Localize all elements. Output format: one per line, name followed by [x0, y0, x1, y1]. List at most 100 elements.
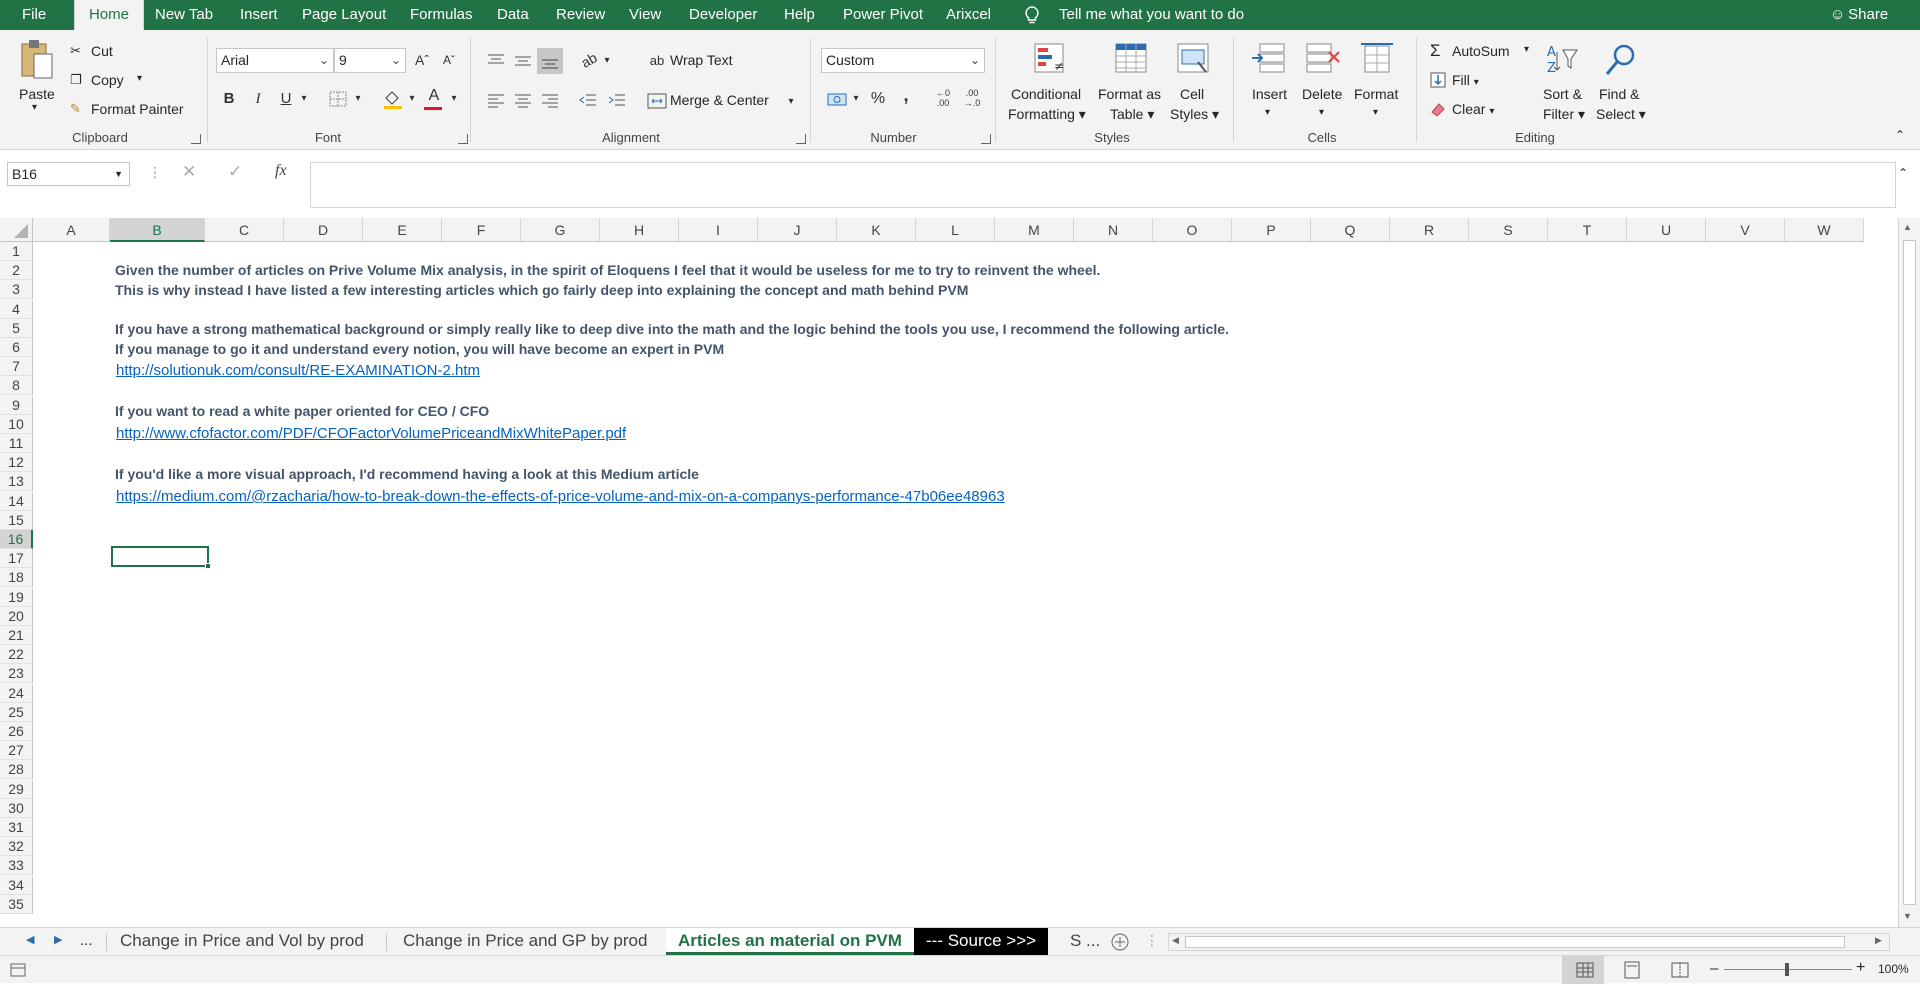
format-painter-button[interactable]: Format Painter: [91, 101, 184, 117]
conditional-formatting-button[interactable]: Conditional: [1011, 86, 1081, 102]
row-header-2[interactable]: 2: [0, 261, 33, 281]
row-header-21[interactable]: 21: [0, 626, 33, 645]
paste-icon[interactable]: [18, 38, 54, 82]
italic-button[interactable]: I: [246, 88, 270, 110]
row-header-22[interactable]: 22: [0, 645, 33, 665]
column-header-w[interactable]: W: [1785, 218, 1864, 242]
chevron-down-icon[interactable]: ▼: [114, 163, 123, 185]
row-header-4[interactable]: 4: [0, 299, 33, 319]
find-select-icon[interactable]: [1604, 42, 1638, 78]
row-header-5[interactable]: 5: [0, 318, 33, 338]
chevron-down-icon[interactable]: ▾: [352, 88, 364, 110]
insert-function-button[interactable]: fx: [275, 162, 287, 180]
tab-review[interactable]: Review: [556, 0, 605, 30]
column-header-t[interactable]: T: [1548, 218, 1627, 242]
bold-button[interactable]: B: [217, 88, 241, 110]
column-header-f[interactable]: F: [442, 218, 521, 242]
cell-b9[interactable]: If you want to read a white paper orient…: [115, 403, 489, 419]
tab-arixcel[interactable]: Arixcel: [946, 0, 991, 30]
row-header-7[interactable]: 7: [0, 357, 33, 377]
chevron-down-icon[interactable]: ▾: [1319, 107, 1324, 118]
row-header-28[interactable]: 28: [0, 760, 33, 780]
cell-b5[interactable]: If you have a strong mathematical backgr…: [115, 321, 1229, 337]
row-header-20[interactable]: 20: [0, 606, 33, 626]
horizontal-scroll-thumb[interactable]: [1185, 936, 1845, 948]
font-size-select[interactable]: 9 ⌄: [334, 48, 406, 73]
row-header-35[interactable]: 35: [0, 894, 33, 914]
delete-cells-button[interactable]: Delete: [1302, 86, 1342, 102]
cell-b12[interactable]: If you'd like a more visual approach, I'…: [115, 466, 699, 482]
chevron-down-icon[interactable]: ▾: [601, 50, 613, 72]
row-header-25[interactable]: 25: [0, 702, 33, 722]
dialog-launcher-icon[interactable]: [796, 134, 806, 144]
delete-cells-icon[interactable]: [1305, 42, 1341, 76]
cell-b2[interactable]: Given the number of articles on Prive Vo…: [115, 262, 1100, 278]
next-sheet-icon[interactable]: ▶: [54, 933, 62, 946]
chevron-down-icon[interactable]: ▾: [1524, 44, 1529, 55]
share-button[interactable]: ☺ Share: [1830, 0, 1888, 30]
row-header-31[interactable]: 31: [0, 818, 33, 837]
column-header-g[interactable]: G: [521, 218, 600, 242]
column-header-q[interactable]: Q: [1311, 218, 1390, 242]
align-top-icon[interactable]: [486, 52, 506, 68]
row-header-32[interactable]: 32: [0, 837, 33, 857]
chevron-down-icon[interactable]: ▾: [32, 102, 37, 113]
vertical-scrollbar[interactable]: ▲ ▼: [1898, 218, 1920, 927]
row-header-13[interactable]: 13: [0, 472, 33, 492]
merge-center-button[interactable]: Merge & Center: [670, 92, 769, 108]
row-header-34[interactable]: 34: [0, 875, 33, 895]
row-header-1[interactable]: 1: [0, 242, 33, 261]
sort-filter-button[interactable]: Sort &: [1543, 86, 1582, 102]
cancel-icon[interactable]: ✕: [182, 162, 196, 182]
sheet-tab-more[interactable]: S ...: [1058, 928, 1112, 955]
chevron-down-icon[interactable]: ▾: [850, 88, 862, 110]
tab-data[interactable]: Data: [497, 0, 529, 30]
column-header-l[interactable]: L: [916, 218, 995, 242]
enter-icon[interactable]: ✓: [228, 162, 242, 182]
tab-formulas[interactable]: Formulas: [410, 0, 473, 30]
tab-power-pivot[interactable]: Power Pivot: [843, 0, 923, 30]
currency-icon[interactable]: [826, 90, 848, 110]
row-header-11[interactable]: 11: [0, 434, 33, 453]
chevron-down-icon[interactable]: ▾: [406, 88, 418, 110]
fill-button[interactable]: Fill ▾: [1452, 72, 1479, 88]
tab-developer[interactable]: Developer: [689, 0, 757, 30]
row-header-6[interactable]: 6: [0, 338, 33, 357]
sort-filter-icon[interactable]: A Z: [1545, 42, 1581, 78]
cell-b3[interactable]: This is why instead I have listed a few …: [115, 282, 968, 298]
grow-font-icon[interactable]: Aˆ: [411, 49, 433, 71]
column-header-o[interactable]: O: [1153, 218, 1232, 242]
format-cells-icon[interactable]: [1359, 42, 1395, 76]
expand-formula-bar-icon[interactable]: ⌃: [1898, 166, 1908, 180]
column-header-b[interactable]: B: [110, 218, 205, 242]
row-header-3[interactable]: 3: [0, 280, 33, 300]
scroll-down-icon[interactable]: ▼: [1903, 911, 1912, 921]
column-header-h[interactable]: H: [600, 218, 679, 242]
name-box[interactable]: B16 ▼: [7, 162, 130, 186]
align-middle-icon[interactable]: [513, 52, 533, 68]
format-as-table-button[interactable]: Format as: [1098, 86, 1161, 102]
align-bottom-icon[interactable]: [540, 54, 560, 70]
chevron-down-icon[interactable]: ▾: [785, 91, 797, 113]
copy-button[interactable]: Copy: [91, 72, 124, 88]
formula-input[interactable]: [310, 162, 1896, 208]
chevron-down-icon[interactable]: ▾: [298, 88, 310, 110]
insert-cells-button[interactable]: Insert: [1252, 86, 1287, 102]
cut-button[interactable]: Cut: [91, 43, 113, 59]
cell-styles-icon[interactable]: [1176, 42, 1210, 76]
conditional-formatting-icon[interactable]: ≠: [1033, 42, 1067, 76]
add-sheet-icon[interactable]: [1110, 932, 1130, 952]
cell-styles-button[interactable]: Cell: [1180, 86, 1204, 102]
column-header-k[interactable]: K: [837, 218, 916, 242]
tab-new-tab[interactable]: New Tab: [155, 0, 213, 30]
paste-button[interactable]: Paste: [19, 86, 55, 102]
dialog-launcher-icon[interactable]: [981, 134, 991, 144]
link-medium[interactable]: https://medium.com/@rzacharia/how-to-bre…: [116, 488, 1005, 505]
font-color-icon[interactable]: A: [424, 85, 444, 107]
zoom-slider-thumb[interactable]: [1785, 963, 1789, 976]
column-header-s[interactable]: S: [1469, 218, 1548, 242]
worksheet-grid[interactable]: ABCDEFGHIJKLMNOPQRSTUVW 1 2 3 4 5 6 7 8 9 10 11 12 1…: [0, 218, 1900, 927]
row-header-23[interactable]: 23: [0, 664, 33, 684]
active-cell-b16[interactable]: [111, 546, 211, 569]
chevron-down-icon[interactable]: ▾: [448, 88, 460, 110]
